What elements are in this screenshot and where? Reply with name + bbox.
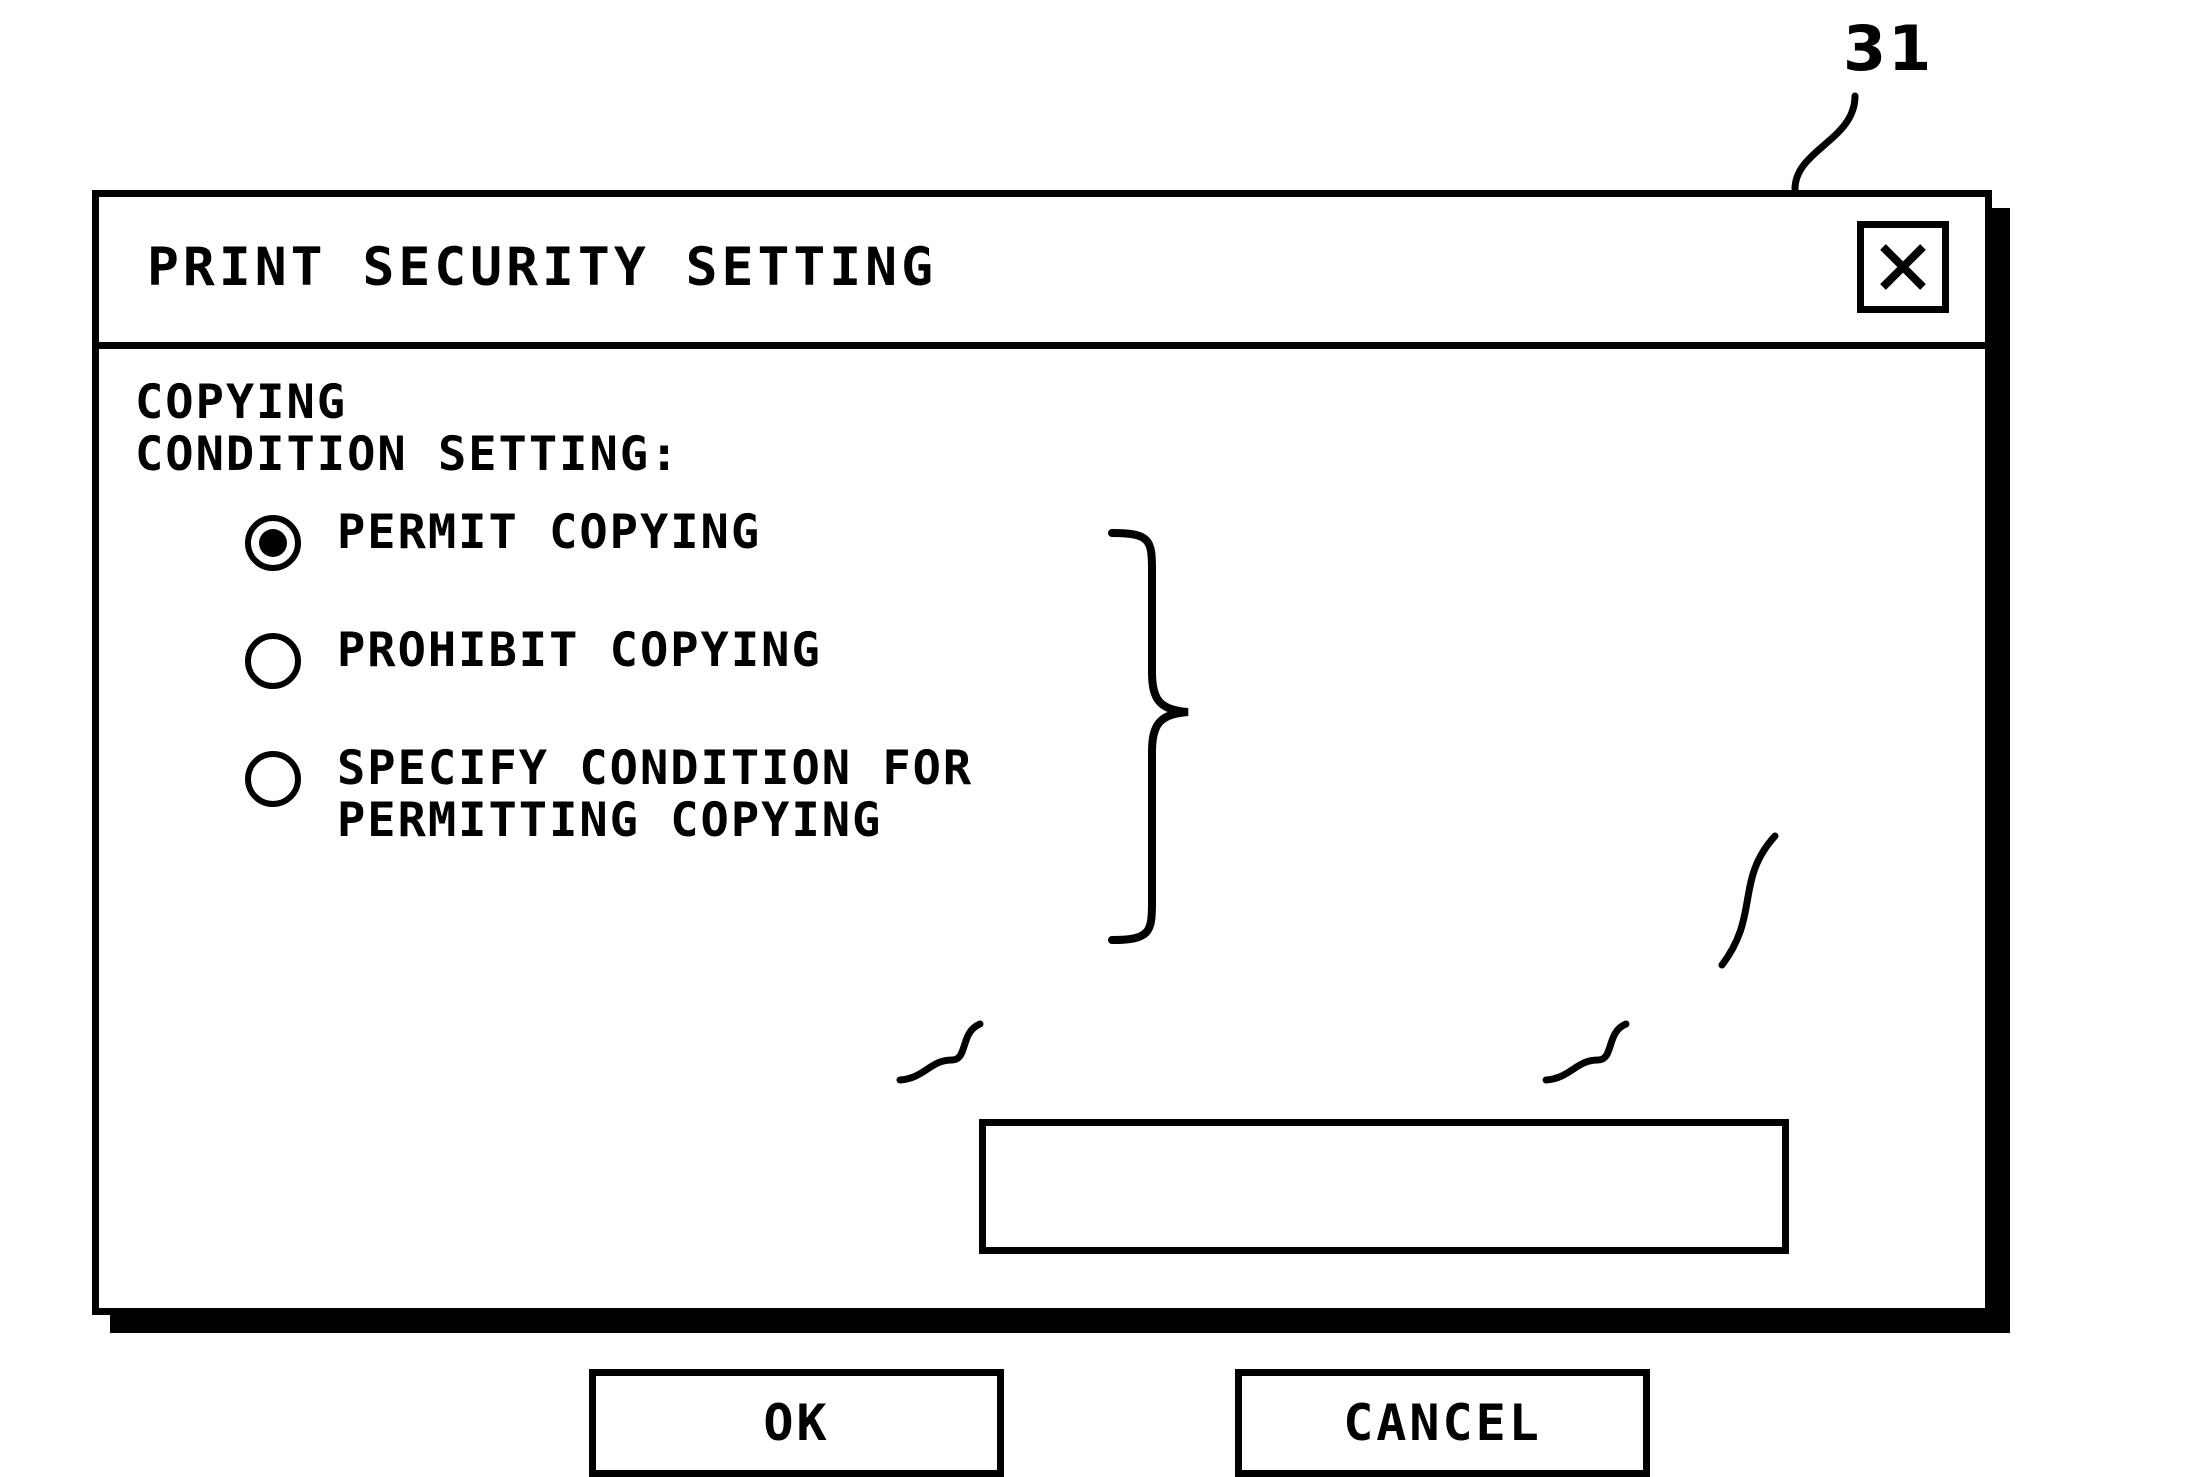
radio-option-label: PROHIBIT COPYING xyxy=(337,623,822,678)
dialog-title: PRINT SECURITY SETTING xyxy=(147,237,937,298)
leader-line-31 xyxy=(1791,92,1859,193)
radio-option-specify-condition[interactable]: SPECIFY CONDITION FOR PERMITTING COPYING xyxy=(245,741,1145,859)
ok-button[interactable]: OK xyxy=(589,1369,1004,1477)
radio-unselected-icon xyxy=(245,751,301,807)
radio-option-prohibit-copying[interactable]: PROHIBIT COPYING xyxy=(245,623,1145,741)
copying-condition-setting-label: COPYING CONDITION SETTING: xyxy=(135,375,681,482)
dialog-titlebar: PRINT SECURITY SETTING xyxy=(99,197,1985,349)
radio-option-label: SPECIFY CONDITION FOR PERMITTING COPYING xyxy=(337,741,974,848)
radio-option-permit-copying[interactable]: PERMIT COPYING xyxy=(245,505,1145,623)
radio-selected-icon xyxy=(245,515,301,571)
patent-figure: 31 32 33 34 35 PRINT SECURITY SETTING CO… xyxy=(0,0,2197,1477)
close-button[interactable] xyxy=(1857,221,1949,313)
dialog-body: COPYING CONDITION SETTING: PERMIT COPYIN… xyxy=(99,349,1985,1477)
close-icon xyxy=(1880,244,1926,290)
cancel-button[interactable]: CANCEL xyxy=(1235,1369,1650,1477)
print-security-setting-dialog: PRINT SECURITY SETTING COPYING CONDITION… xyxy=(92,190,1992,1477)
radio-unselected-icon xyxy=(245,633,301,689)
condition-input-field[interactable] xyxy=(979,1119,1789,1254)
copying-condition-radio-group: PERMIT COPYING PROHIBIT COPYING SPECIFY … xyxy=(245,505,1145,859)
radio-option-label: PERMIT COPYING xyxy=(337,505,762,560)
reference-numeral-31: 31 xyxy=(1843,12,1934,85)
